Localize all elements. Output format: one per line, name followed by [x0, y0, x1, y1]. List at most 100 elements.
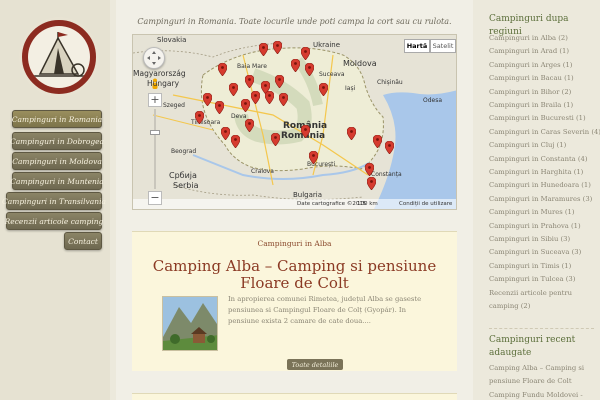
region-link[interactable]: Campinguri in Bihor (2) [489, 88, 571, 96]
region-link[interactable]: Campinguri in Arges (1) [489, 61, 572, 69]
recent-post-link[interactable]: Camping Alba – Camping si pensiune Floar… [489, 362, 597, 387]
left-column: Campinguri in Romania Campinguri in Dobr… [0, 0, 110, 400]
map-marker-icon[interactable] [319, 83, 328, 96]
map-marker-icon[interactable] [259, 43, 268, 56]
map-label-craiova: Craiova [251, 168, 274, 175]
map-marker-icon[interactable] [215, 101, 224, 114]
region-link[interactable]: Campinguri in Maramures (3) [489, 195, 592, 203]
post-title[interactable]: Camping Alba – Camping si pensiune Floar… [132, 258, 457, 292]
site-tagline: Campinguri in Romania. Toate locurile un… [137, 17, 452, 26]
read-more-button[interactable]: Toate detaliile [287, 359, 343, 370]
map-marker-icon[interactable] [203, 93, 212, 106]
map-marker-icon[interactable] [231, 135, 240, 148]
map-label-slovakia: Slovakia [157, 36, 187, 44]
map-label-hungary: Magyarország [133, 69, 186, 78]
map-type-map-button[interactable]: Hartă [404, 39, 430, 53]
post-excerpt: In apropierea comunei Rimetea, județul A… [228, 295, 422, 325]
map-terms-link[interactable]: Condiții de utilizare [399, 201, 452, 207]
map-marker-icon[interactable] [275, 75, 284, 88]
map-marker-icon[interactable] [373, 135, 382, 148]
region-link[interactable]: Campinguri in Suceava (3) [489, 248, 581, 256]
region-link-recenzii[interactable]: Recenzii articole pentru camping (2) [489, 287, 597, 312]
map-marker-icon[interactable] [265, 91, 274, 104]
region-link[interactable]: Campinguri in Bucuresti (1) [489, 114, 586, 122]
nav-item-romania[interactable]: Campinguri in Romania [12, 110, 102, 128]
map-pan-control[interactable] [143, 47, 165, 69]
pan-arrows-icon [147, 51, 161, 65]
map-marker-icon[interactable] [251, 91, 260, 104]
map-marker-icon[interactable] [385, 141, 394, 154]
map-marker-icon[interactable] [273, 41, 282, 54]
map-label-serbia: Serbia [173, 181, 199, 190]
map-label-suceava: Suceava [319, 71, 345, 78]
region-link[interactable]: Campinguri in Mures (1) [489, 208, 575, 216]
region-link[interactable]: Campinguri in Prahova (1) [489, 222, 581, 230]
post-thumbnail[interactable] [162, 296, 218, 351]
region-link[interactable]: Campinguri in Hunedoara (1) [489, 181, 591, 189]
map-marker-icon[interactable] [245, 75, 254, 88]
region-link[interactable]: Campinguri in Caras Severin (4) [489, 128, 600, 136]
mountain-photo-icon [163, 297, 217, 350]
site-logo[interactable] [19, 17, 99, 97]
map-marker-icon[interactable] [195, 111, 204, 124]
region-link[interactable]: Campinguri in Alba (2) [489, 34, 568, 42]
post-card-next [132, 393, 457, 400]
zoom-in-button[interactable]: + [148, 93, 162, 107]
map-label-odesa: Odesa [423, 97, 443, 104]
nav-item-moldova[interactable]: Campinguri in Moldova [12, 152, 102, 170]
map-label-serbia-sr: Србија [169, 171, 197, 180]
region-link[interactable]: Campinguri in Sibiu (3) [489, 235, 570, 243]
map-marker-icon[interactable] [221, 127, 230, 140]
map-label-moldova: Moldova [343, 59, 377, 68]
recent-post-link[interactable]: Camping Fundu Moldovei - [489, 389, 597, 400]
map-marker-icon[interactable] [367, 177, 376, 190]
map-label-chisinau: Chișinău [377, 79, 403, 86]
nav-item-transilvania[interactable]: Campinguri in Transilvania [2, 192, 106, 210]
recent-widget-title: Campinguri recent adaugate [489, 335, 576, 358]
main-content: Campinguri in Romania. Toate locurile un… [116, 0, 473, 400]
zoom-slider[interactable] [154, 109, 156, 189]
map-label-bulgaria: Bulgaria [293, 191, 323, 199]
map-marker-icon[interactable] [365, 163, 374, 176]
map-marker-icon[interactable] [291, 59, 300, 72]
map-marker-icon[interactable] [245, 119, 254, 132]
map-label-hungary-en: Hungary [147, 79, 180, 88]
map-label-iasi: Iași [345, 85, 356, 92]
region-link[interactable]: Campinguri in Timis (1) [489, 262, 571, 270]
map-marker-icon[interactable] [301, 47, 310, 60]
region-link[interactable]: Campinguri in Cluj (1) [489, 141, 566, 149]
map-type-satellite-button[interactable]: Satelit [430, 39, 456, 53]
region-link[interactable]: Campinguri in Arad (1) [489, 47, 569, 55]
post-card: Campinguri in Alba Camping Alba – Campin… [132, 231, 457, 371]
map-marker-icon[interactable] [347, 127, 356, 140]
map-marker-icon[interactable] [309, 151, 318, 164]
region-link[interactable]: Campinguri in Harghita (1) [489, 168, 583, 176]
map-marker-icon[interactable] [218, 63, 227, 76]
map-marker-icon[interactable] [305, 63, 314, 76]
nav-item-muntenia[interactable]: Campinguri in Muntenia [10, 172, 104, 190]
map-label-beograd: Beograd [171, 148, 197, 155]
map-marker-icon[interactable] [301, 125, 310, 138]
tent-logo-icon [34, 32, 85, 77]
nav-item-recenzii[interactable]: Recenzii articole camping [5, 212, 103, 230]
map-label-ukraine: Ukraine [313, 41, 341, 49]
zoom-out-button[interactable]: − [148, 191, 162, 205]
region-link[interactable]: Campinguri in Constanta (4) [489, 155, 588, 163]
nav-item-contact[interactable]: Contact [64, 232, 102, 250]
region-link[interactable]: Campinguri in Braila (1) [489, 101, 573, 109]
sidebar-divider [489, 328, 594, 329]
post-category[interactable]: Campinguri in Alba [132, 239, 457, 248]
map-label-szeged: Szeged [163, 102, 185, 109]
map-attribution: Date cartografice ©2015 [297, 201, 367, 207]
zoom-slider-handle[interactable] [150, 130, 160, 135]
right-sidebar: Campinguri dupa regiuni Campinguri in Al… [477, 0, 600, 400]
region-link[interactable]: Campinguri in Bacau (1) [489, 74, 574, 82]
campsite-map[interactable]: + − Hartă Satelit Slovakia Ukraine Magya… [132, 34, 457, 210]
nav-item-dobrogea[interactable]: Campinguri in Dobrogea [10, 132, 104, 150]
map-marker-icon[interactable] [229, 83, 238, 96]
map-marker-icon[interactable] [271, 133, 280, 146]
map-marker-icon[interactable] [241, 99, 250, 112]
map-marker-icon[interactable] [279, 93, 288, 106]
region-link[interactable]: Campinguri in Tulcea (3) [489, 275, 575, 283]
map-scale: 100 km [357, 201, 378, 207]
